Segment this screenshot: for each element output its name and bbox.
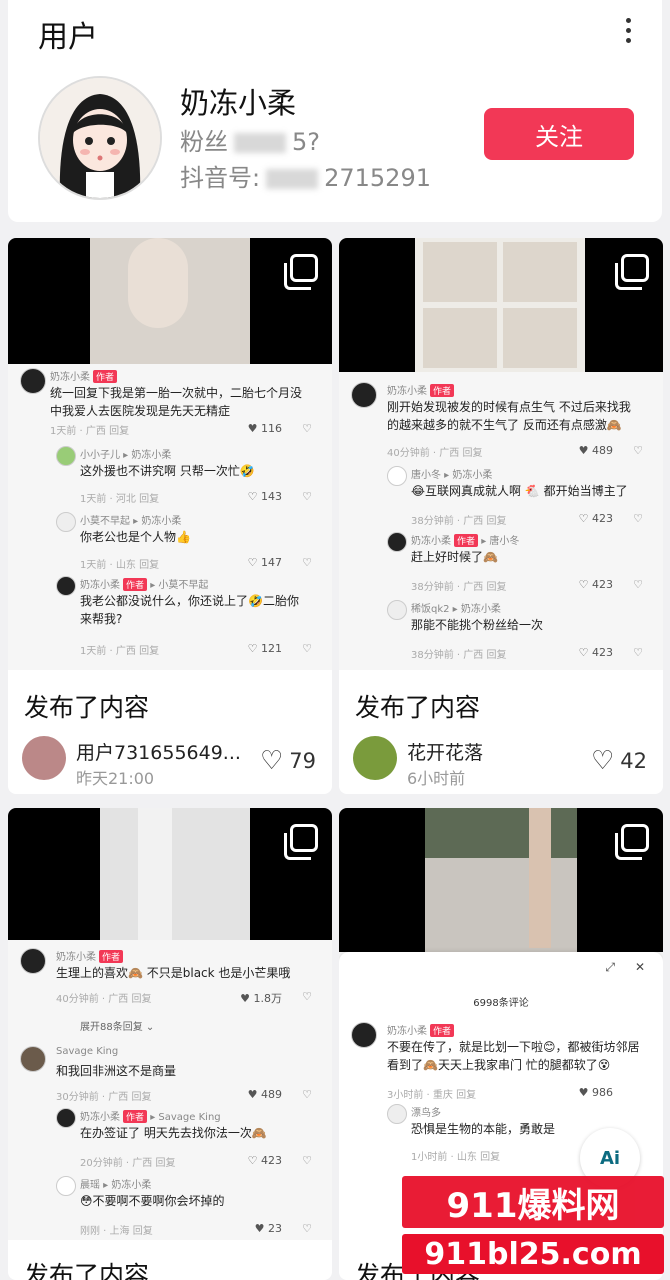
post-label: 发布了内容 [24,693,150,722]
expand-replies[interactable]: 展开88条回复 ⌄ [80,1018,154,1033]
reply-item: 奶冻小柔 作者 ▸ 唐小冬 赶上好时候了🙈 38分钟前 · 广西 回复 ♡ 423… [387,532,653,593]
comment-item: 奶冻小柔 作者 生理上的喜欢🙈 不只是black 也是小芒果哦 40分钟前 · 广… [20,948,322,1005]
commenter-avatar [56,576,76,596]
user-card: 用户 奶冻小柔 粉丝 5? 抖音号: 2715291 关注 [8,0,662,222]
commenter-avatar [387,600,407,620]
reply-item: 晨瑶 ▸ 奶冻小柔 😳不要啊不要啊你会坏掉的 刚刚 · 上海 回复 ♥ 23 ♡ [56,1176,322,1237]
commenter-avatar [387,1104,407,1124]
post-card[interactable]: 奶冻小柔 作者 生理上的喜欢🙈 不只是black 也是小芒果哦 40分钟前 · 广… [8,808,332,1280]
like-button[interactable]: ♡ 79 [260,746,316,776]
dislike-icon: ♡ [633,646,643,659]
expand-icon[interactable]: ⤢ [605,960,615,975]
commenter-avatar [20,368,46,394]
reply-item: 稀饭qk2 ▸ 奶冻小柔 那能不能挑个粉丝给一次 38分钟前 · 广西 回复 ♡… [387,600,653,661]
multi-image-icon [284,254,318,290]
post-label: 发布了内容 [24,1261,150,1280]
multi-image-icon [615,824,649,860]
multi-image-icon [615,254,649,290]
post-card[interactable]: 奶冻小柔 作者 统一回复下我是第一胎一次就中，二胎七个月没中我爱人去医院发现是先天… [8,238,332,794]
commenter-avatar [387,532,407,552]
more-options-icon[interactable] [626,18,632,43]
commenter-avatar [351,382,377,408]
post-label: 发布了内容 [355,693,481,722]
dislike-icon: ♡ [633,512,643,525]
post-thumbnail: 奶冻小柔 作者 统一回复下我是第一胎一次就中，二胎七个月没中我爱人去医院发现是先天… [8,238,332,670]
commenter-avatar [56,512,76,532]
comment-item: 奶冻小柔 作者 统一回复下我是第一胎一次就中，二胎七个月没中我爱人去医院发现是先天… [20,368,322,437]
author-avatar[interactable] [22,736,66,780]
reply-item: 小莫不早起 ▸ 奶冻小柔 你老公也是个人物👍 1天前 · 山东 回复 ♡ 147… [56,512,322,571]
user-name: 奶冻小柔 [180,86,297,120]
dislike-icon: ♡ [633,578,643,591]
commenter-avatar [56,1176,76,1196]
commenter-avatar [56,1108,76,1128]
dislike-icon: ♡ [302,1088,312,1101]
avatar[interactable] [38,76,162,200]
commenter-avatar [20,1046,46,1072]
avatar-illustration-icon [40,78,160,198]
dislike-icon: ♡ [302,642,312,655]
heart-icon: ♡ [259,746,284,776]
reply-item: 奶冻小柔 作者 ▸ 小莫不早起 我老公都没说什么，你还说上了🤣二胎你来帮我? 1天… [56,576,322,657]
commenter-avatar [351,1022,377,1048]
watermark-logo: 911爆料网 [402,1176,664,1228]
post-thumbnail: 奶冻小柔 作者 生理上的喜欢🙈 不只是black 也是小芒果哦 40分钟前 · 广… [8,808,332,1240]
author-name[interactable]: 用户731655649... [76,738,241,765]
author-avatar[interactable] [353,736,397,780]
commenter-avatar [56,446,76,466]
comment-count: 6998条评论 [473,998,529,1009]
comment-item: Savage King 和我回非洲这不是商量 30分钟前 · 广西 回复 ♥ 4… [20,1046,322,1103]
dislike-icon: ♡ [302,490,312,503]
follow-button[interactable]: 关注 [484,108,634,160]
fans-count: 粉丝 5? [180,128,321,156]
dislike-icon: ♡ [302,422,312,435]
dislike-icon: ♡ [302,556,312,569]
reply-item: 小小子儿 ▸ 奶冻小柔 这外援也不讲究啊 只帮一次忙🤣 1天前 · 河北 回复 … [56,446,322,505]
dislike-icon: ♡ [302,990,312,1003]
reply-item: 唐小冬 ▸ 奶冻小柔 😂互联网真成就人啊 🐔 都开始当博主了 38分钟前 · 广… [387,466,653,527]
dislike-icon: ♡ [302,1222,312,1235]
post-card[interactable]: 奶冻小柔 作者 刚开始发现被发的时候有点生气 不过后来找我的越来越多的就不生气了 … [339,238,663,794]
watermark-url: 911bl25.com [402,1234,664,1274]
close-icon[interactable]: ✕ [635,960,645,974]
douyin-id: 抖音号: 2715291 [180,164,431,192]
reply-item: 奶冻小柔 作者 ▸ Savage King 在办签证了 明天先去找你法一次🙈 20… [56,1108,322,1169]
post-time: 6小时前 [407,769,466,788]
post-thumbnail: 奶冻小柔 作者 刚开始发现被发的时候有点生气 不过后来找我的越来越多的就不生气了 … [339,238,663,670]
multi-image-icon [284,824,318,860]
post-time: 昨天21:00 [76,769,155,788]
comment-item: 奶冻小柔 作者 不要在传了，就是比划一下啦😊，都被街坊邻居看到了🙈天天上我家串门 … [351,1022,653,1102]
author-name[interactable]: 花开花落 [407,738,483,765]
section-title: 用户 [38,20,98,55]
comment-item: 奶冻小柔 作者 刚开始发现被发的时候有点生气 不过后来找我的越来越多的就不生气了 … [351,382,653,462]
commenter-avatar [387,466,407,486]
like-button[interactable]: ♡ 42 [591,746,647,776]
dislike-icon: ♡ [302,1154,312,1167]
commenter-avatar [20,948,46,974]
dislike-icon: ♡ [633,444,643,457]
heart-icon: ♡ [590,746,615,776]
